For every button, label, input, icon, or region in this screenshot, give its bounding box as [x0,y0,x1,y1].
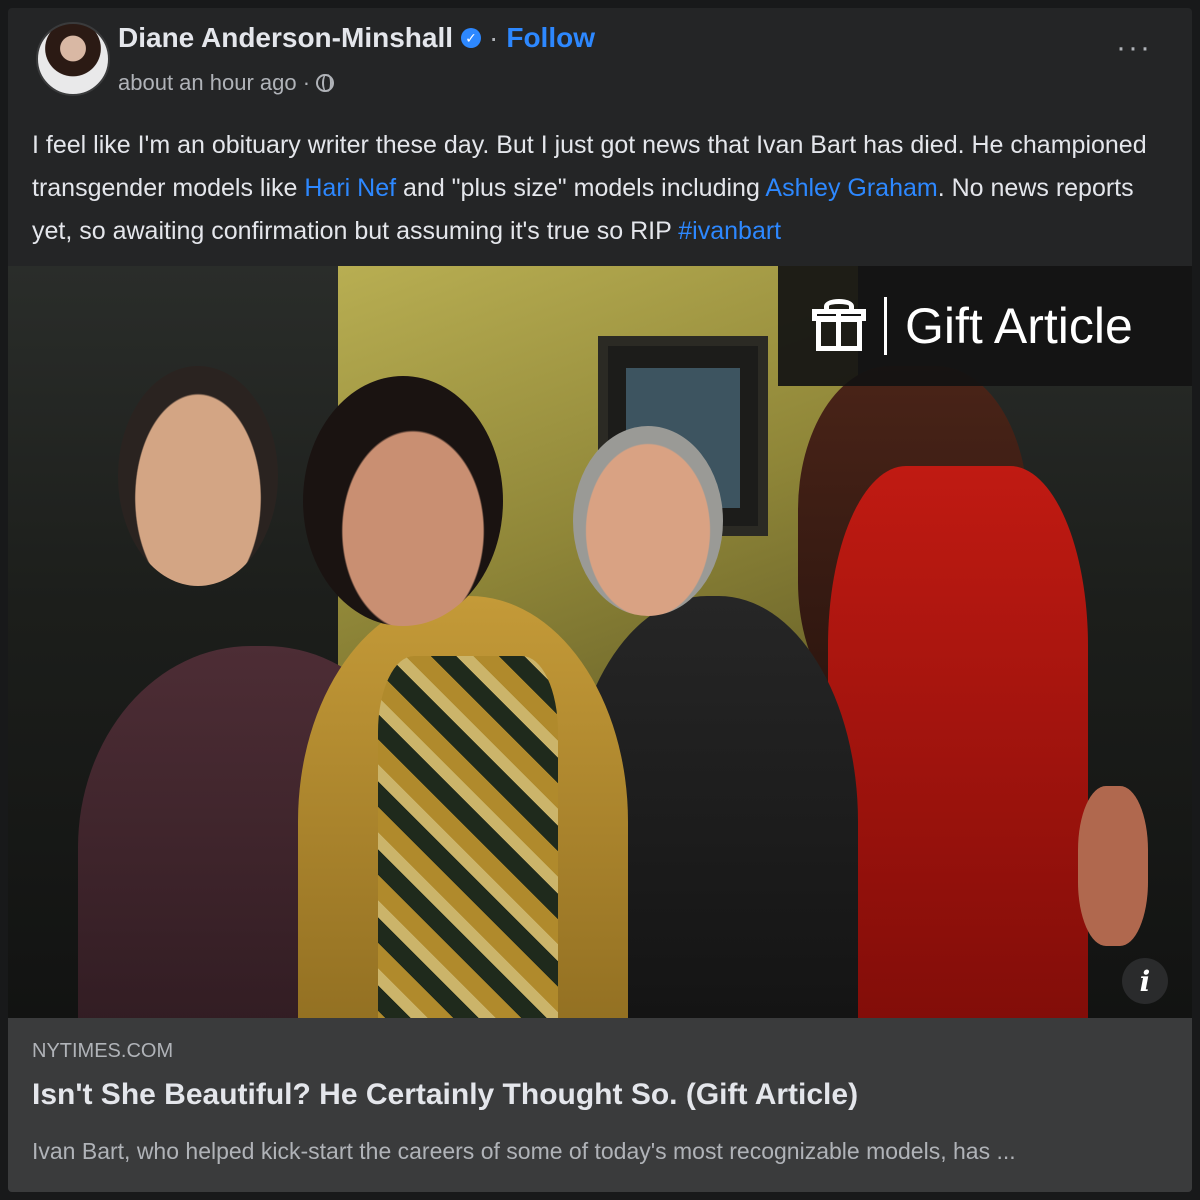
post-text: I feel like I'm an obituary writer these… [32,124,1162,253]
facebook-post: Diane Anderson-Minshall ✓ · Follow about… [8,8,1192,1192]
globe-icon [316,74,335,92]
hashtag-link[interactable]: #ivanbart [678,217,781,245]
link-title[interactable]: Isn't She Beautiful? He Certainly Though… [32,1078,858,1112]
photo-person-2-dress [378,656,558,1018]
photo-person-2-head [303,376,503,626]
follow-button[interactable]: Follow [506,22,595,54]
more-options-icon[interactable]: ··· [1116,33,1152,63]
gift-icon [812,299,866,353]
badge-divider [884,297,887,355]
photo-person-4-arm [1078,786,1148,946]
avatar[interactable] [36,22,110,96]
post-meta: about an hour ago · [118,70,335,96]
photo-person-3-head [573,426,723,616]
mention-link-ashley-graham[interactable]: Ashley Graham [765,174,937,202]
mention-link-hari-nef[interactable]: Hari Nef [304,174,396,202]
separator: · [489,22,499,53]
link-preview-card[interactable]: NYTIMES.COM Isn't She Beautiful? He Cert… [8,1018,1192,1192]
info-icon[interactable]: i [1122,958,1168,1004]
timestamp[interactable]: about an hour ago · [118,70,310,96]
author-line: Diane Anderson-Minshall ✓ · Follow [118,22,595,54]
post-text-part: and "plus size" models including [396,174,766,202]
link-description: Ivan Bart, who helped kick-start the car… [32,1138,1016,1164]
photo-person-4 [828,466,1088,1018]
link-domain: NYTIMES.COM [32,1040,174,1062]
gift-article-label: Gift Article [905,298,1133,354]
author-name[interactable]: Diane Anderson-Minshall [118,22,453,54]
gift-article-badge: Gift Article [778,266,1192,386]
photo-person-1-head [118,366,278,586]
article-photo[interactable]: Gift Article i [8,266,1192,1018]
verified-badge-icon: ✓ [461,28,482,48]
